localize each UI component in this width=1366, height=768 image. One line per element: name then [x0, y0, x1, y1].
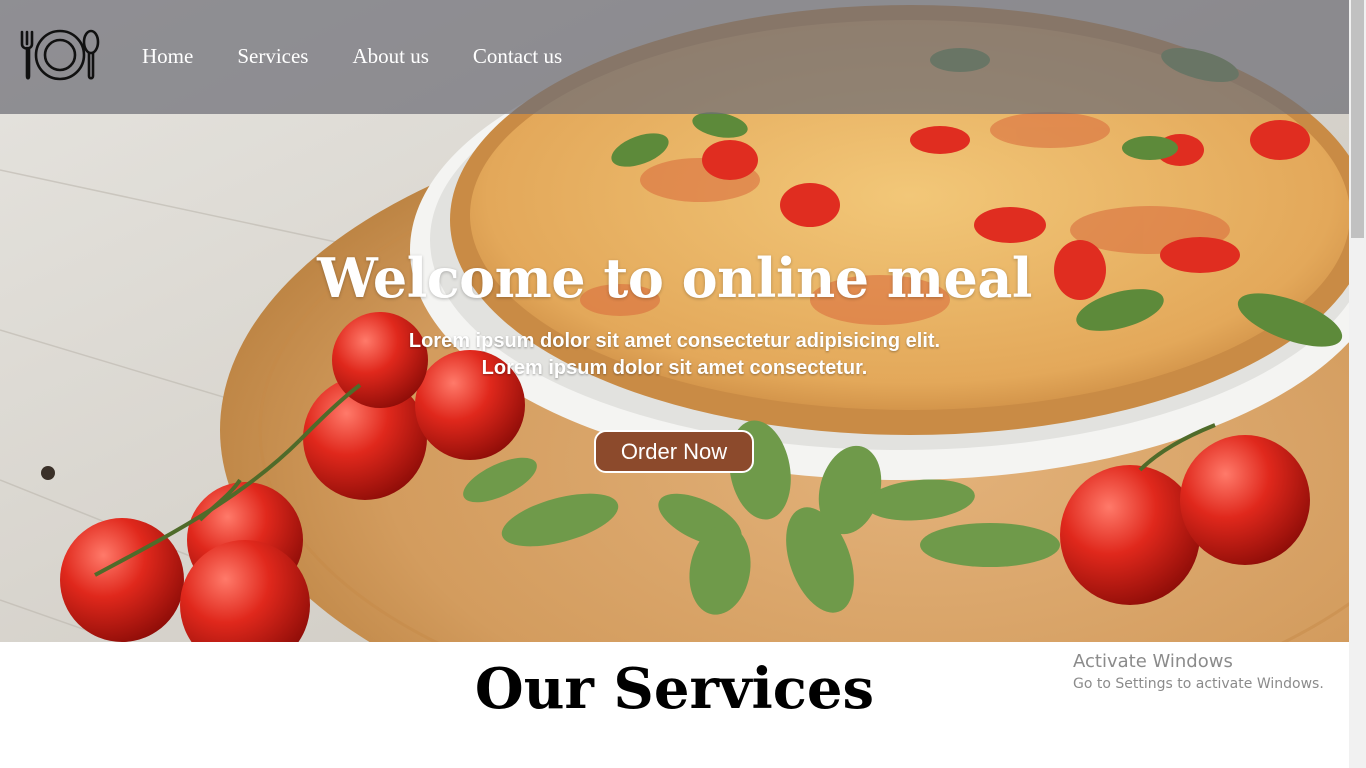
navbar: Home Services About us Contact us: [0, 0, 1349, 114]
vertical-scrollbar[interactable]: [1349, 0, 1366, 768]
hero-title: Welcome to online meal: [317, 246, 1032, 310]
hero-subtitle: Lorem ipsum dolor sit amet consectetur a…: [0, 328, 1349, 382]
hero-section: Home Services About us Contact us Welcom…: [0, 0, 1349, 642]
hero-subtitle-line-2: Lorem ipsum dolor sit amet consectetur.: [481, 357, 868, 379]
scrollbar-thumb[interactable]: [1351, 0, 1364, 238]
page: Home Services About us Contact us Welcom…: [0, 0, 1366, 768]
activate-windows-watermark: Activate Windows Go to Settings to activ…: [1073, 651, 1324, 695]
hero-subtitle-line-1: Lorem ipsum dolor sit amet consectetur a…: [408, 330, 941, 352]
nav-link-home[interactable]: Home: [142, 44, 193, 69]
watermark-subtitle: Go to Settings to activate Windows.: [1073, 676, 1324, 692]
plate-fork-spoon-icon[interactable]: [18, 28, 102, 82]
nav-link-services[interactable]: Services: [237, 44, 308, 69]
nav-link-about-us[interactable]: About us: [352, 44, 428, 69]
nav-links: Home Services About us Contact us: [142, 44, 562, 69]
watermark-title: Activate Windows: [1073, 651, 1233, 672]
nav-link-contact-us[interactable]: Contact us: [473, 44, 562, 69]
order-now-button[interactable]: Order Now: [594, 430, 754, 473]
